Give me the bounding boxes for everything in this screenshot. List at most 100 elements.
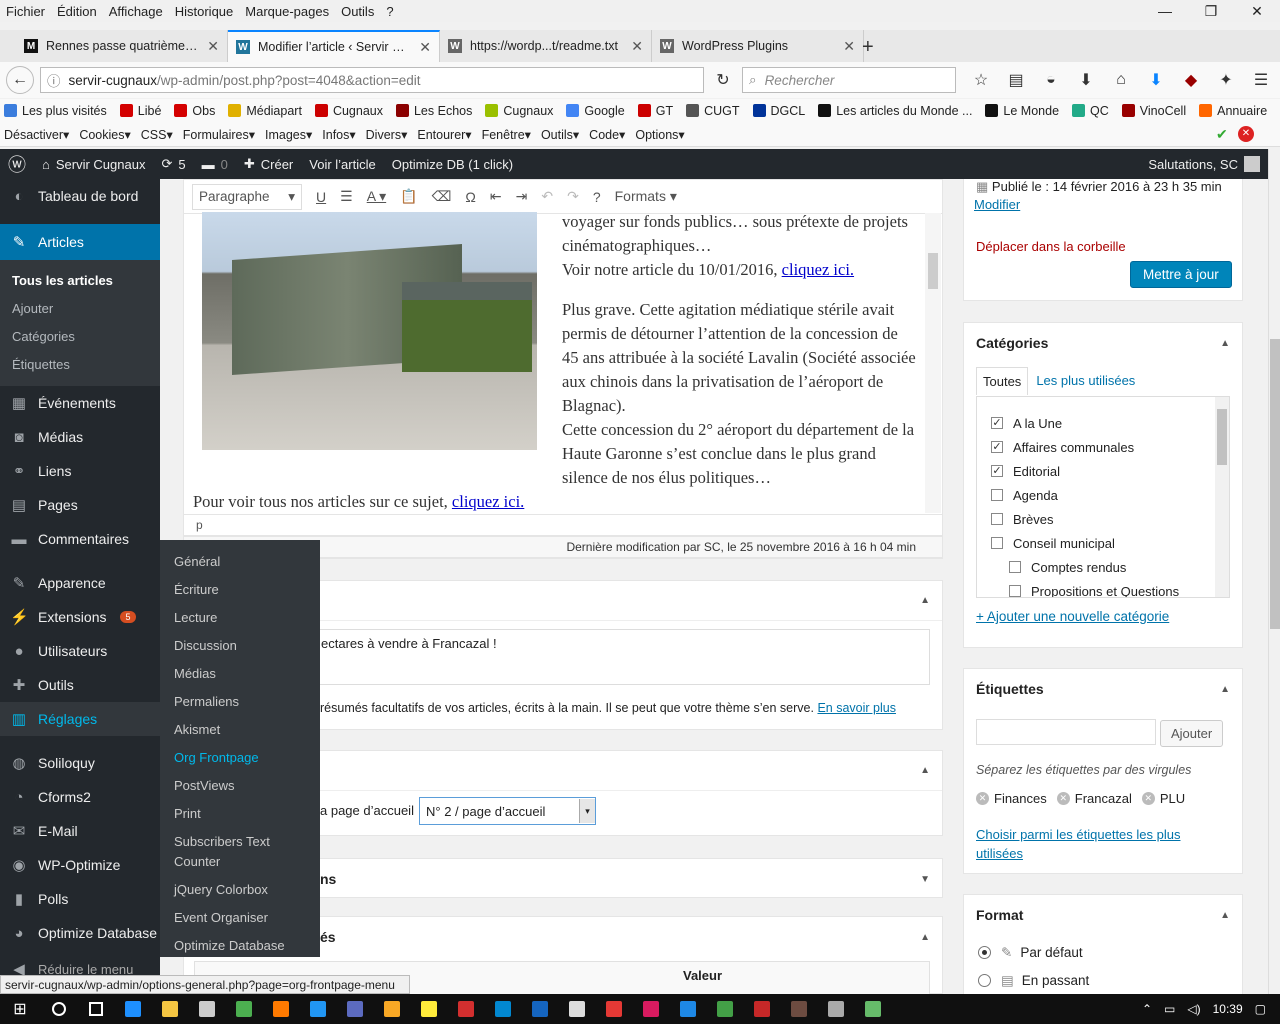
bookmark-item[interactable]: Cugnaux xyxy=(485,104,553,118)
taskbar-app-icon[interactable] xyxy=(484,994,521,1024)
sync-icon[interactable]: ⬇ xyxy=(1143,67,1169,93)
bookmark-item[interactable]: VinoCell xyxy=(1121,104,1186,118)
flyout-item[interactable]: Subscribers Text Counter xyxy=(160,828,320,876)
radio-unselected[interactable] xyxy=(978,974,991,987)
webdev-menu-1[interactable]: Cookies▾ xyxy=(79,127,130,142)
bookmark-item[interactable]: Obs xyxy=(174,104,215,118)
home-icon[interactable]: ⌂ xyxy=(1108,67,1134,93)
webdev-menu-0[interactable]: Désactiver▾ xyxy=(4,127,69,142)
collapse-arrow-icon[interactable]: ▲ xyxy=(1220,910,1230,921)
flyout-item[interactable]: Écriture xyxy=(160,576,320,604)
close-tab-icon[interactable]: ✕ xyxy=(207,38,219,55)
error-icon[interactable]: ✕ xyxy=(1238,126,1254,142)
close-tab-icon[interactable]: ✕ xyxy=(843,38,855,55)
update-button[interactable]: Mettre à jour xyxy=(1130,261,1232,288)
webdev-menu-8[interactable]: Fenêtre▾ xyxy=(482,127,531,142)
category-item[interactable]: ✓ Editorial xyxy=(991,459,1229,483)
flyout-item[interactable]: Print xyxy=(160,800,320,828)
modify-date-link[interactable]: Modifier xyxy=(974,197,1020,212)
bookmark-item[interactable]: Le Monde xyxy=(985,104,1059,118)
undo-icon[interactable]: ↶ xyxy=(541,188,553,205)
tray-up-icon[interactable]: ⌃ xyxy=(1142,1002,1152,1016)
category-scrollbar[interactable] xyxy=(1215,397,1229,597)
paste-text-icon[interactable]: 📋 xyxy=(400,188,417,205)
back-icon[interactable]: ← xyxy=(6,66,34,94)
underline-icon[interactable]: U xyxy=(316,189,326,205)
webdev-menu-9[interactable]: Outils▾ xyxy=(541,127,579,142)
help-icon[interactable]: ? xyxy=(593,189,601,205)
redo-icon[interactable]: ↷ xyxy=(567,188,579,205)
justify-icon[interactable]: ☰ xyxy=(340,188,353,205)
star-icon[interactable]: ☆ xyxy=(968,67,994,93)
comments-link[interactable]: ▬ 0 xyxy=(194,149,236,179)
reload-icon[interactable]: ↻ xyxy=(710,67,736,93)
sidebar-item[interactable]: ▥ Réglages xyxy=(0,702,160,736)
sidebar-item[interactable]: ◍ Soliloquy xyxy=(0,746,160,780)
expand-arrow-icon[interactable]: ▼ xyxy=(920,874,930,885)
checkbox-checked[interactable]: ✓ xyxy=(991,465,1003,477)
bookmark-item[interactable]: Annuaire xyxy=(1199,104,1267,118)
collapse-arrow-icon[interactable]: ▲ xyxy=(1220,338,1230,349)
menu-item-6[interactable]: ? xyxy=(386,4,393,19)
bookmark-item[interactable]: Google xyxy=(566,104,625,118)
bookmark-item[interactable]: GT xyxy=(637,104,673,118)
taskbar-app-icon[interactable] xyxy=(558,994,595,1024)
webdev-menu-2[interactable]: CSS▾ xyxy=(141,127,173,142)
notification-icon[interactable]: ▢ xyxy=(1255,1002,1266,1016)
category-item[interactable]: ✓ A la Une xyxy=(991,411,1229,435)
taskbar-app-icon[interactable] xyxy=(77,994,114,1024)
editor-scrollbar[interactable] xyxy=(925,213,941,513)
tab-most-used[interactable]: Les plus utilisées xyxy=(1028,367,1143,395)
editor-text-right[interactable]: voyager sur fonds publics… sous prétexte… xyxy=(562,210,918,490)
flyout-item[interactable]: Lecture xyxy=(160,604,320,632)
webdev-menu-10[interactable]: Code▾ xyxy=(589,127,625,142)
addon-icon[interactable]: ✦ xyxy=(1213,67,1239,93)
checkbox-checked[interactable]: ✓ xyxy=(991,417,1003,429)
post-image[interactable] xyxy=(202,212,537,450)
taskbar-app-icon[interactable] xyxy=(410,994,447,1024)
taskbar-app-icon[interactable] xyxy=(706,994,743,1024)
sidebar-item[interactable]: ▦ Événements xyxy=(0,386,160,420)
bookmark-item[interactable]: Cugnaux xyxy=(314,104,383,118)
browser-tab[interactable]: Whttps://wordp...t/readme.txt ✕ xyxy=(440,30,652,62)
new-content-link[interactable]: ✚ Créer xyxy=(236,149,301,179)
browser-tab[interactable]: W Modifier l’article ‹ Servir C... ✕ xyxy=(228,30,440,62)
sidebar-item-dashboard[interactable]: ◐ Tableau de bord xyxy=(0,179,160,213)
flyout-item[interactable]: Akismet xyxy=(160,716,320,744)
close-window-icon[interactable]: ✕ xyxy=(1234,0,1280,22)
flyout-item[interactable]: Org Frontpage xyxy=(160,744,320,772)
sidebar-item[interactable]: ▤ Pages xyxy=(0,488,160,522)
sidebar-item[interactable]: ✚ Outils xyxy=(0,668,160,702)
webdev-menu-11[interactable]: Options▾ xyxy=(635,127,684,142)
menu-item-4[interactable]: Marque-pages xyxy=(245,4,329,19)
close-tab-icon[interactable]: ✕ xyxy=(419,39,431,56)
choose-tags-link[interactable]: Choisir parmi les étiquettes les plus ut… xyxy=(976,825,1206,863)
search-box[interactable]: ⌕ Rechercher xyxy=(742,67,956,93)
collapse-arrow-icon[interactable]: ▲ xyxy=(920,765,930,776)
flyout-item[interactable]: Optimize Database xyxy=(160,932,320,960)
restore-icon[interactable]: ❐ xyxy=(1188,0,1234,22)
taskbar-app-icon[interactable] xyxy=(632,994,669,1024)
flyout-item[interactable]: Médias xyxy=(160,660,320,688)
view-post-link[interactable]: Voir l’article xyxy=(301,149,383,179)
flyout-item[interactable]: Général xyxy=(160,548,320,576)
checkbox-unchecked[interactable] xyxy=(1009,561,1021,573)
menu-item-3[interactable]: Historique xyxy=(175,4,234,19)
taskbar-app-icon[interactable] xyxy=(188,994,225,1024)
taskbar-app-icon[interactable] xyxy=(262,994,299,1024)
category-item[interactable]: Conseil municipal xyxy=(991,531,1229,555)
trash-link[interactable]: Déplacer dans la corbeille xyxy=(976,239,1126,254)
webdev-menu-3[interactable]: Formulaires▾ xyxy=(183,127,255,142)
text-color-icon[interactable]: A ▾ xyxy=(367,188,386,205)
bookmark-item[interactable]: CUGT xyxy=(686,104,740,118)
taskbar-app-icon[interactable] xyxy=(40,994,77,1024)
menu-item-0[interactable]: Fichier xyxy=(6,4,45,19)
taskbar-app-icon[interactable] xyxy=(595,994,632,1024)
sidebar-item[interactable]: ⚡ Extensions 5 xyxy=(0,600,160,634)
bookmark-item[interactable]: Les articles du Monde ... xyxy=(818,104,972,118)
sidebar-item[interactable]: ✉ E-Mail xyxy=(0,814,160,848)
bookmark-item[interactable]: Les Echos xyxy=(395,104,472,118)
collapse-arrow-icon[interactable]: ▲ xyxy=(920,595,930,606)
sidebar-item[interactable]: ✎ Apparence xyxy=(0,566,160,600)
format-option-default[interactable]: ✎ Par défaut xyxy=(978,945,1083,961)
